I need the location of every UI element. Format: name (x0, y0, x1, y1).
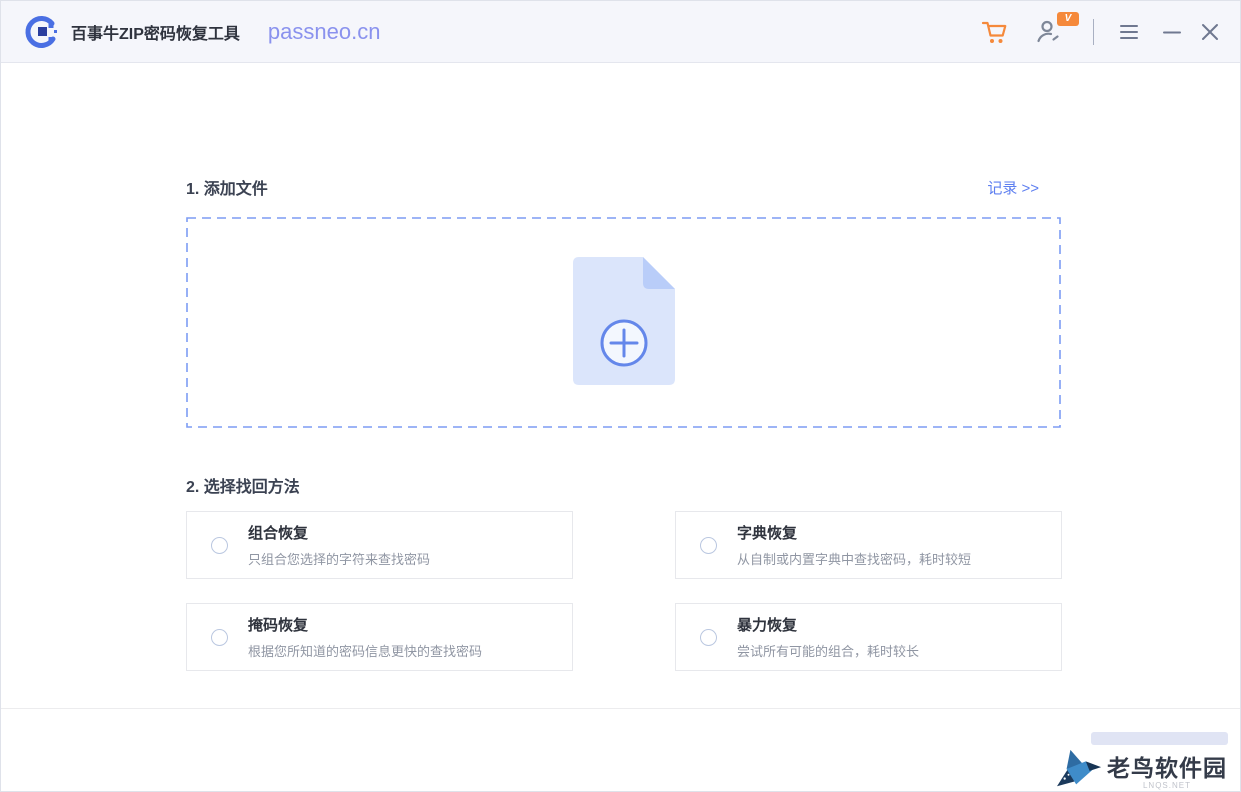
app-window: 百事牛ZIP密码恢复工具 passneo.cn V (0, 0, 1241, 792)
watermark-bar (1091, 732, 1228, 745)
choose-method-heading: 2. 选择找回方法 (186, 473, 300, 497)
file-dropzone[interactable] (186, 217, 1061, 428)
user-account-icon[interactable]: V (1035, 18, 1063, 46)
radio-combination[interactable] (211, 537, 228, 554)
radio-dictionary[interactable] (700, 537, 717, 554)
app-logo-icon (23, 14, 59, 50)
titlebar-actions: V (979, 17, 1240, 47)
method-card-combination[interactable]: 组合恢复 只组合您选择的字符来查找密码 (186, 511, 573, 579)
radio-mask[interactable] (211, 629, 228, 646)
method-desc: 只组合您选择的字符来查找密码 (248, 549, 430, 568)
method-title: 暴力恢复 (737, 615, 919, 636)
footer-divider (1, 708, 1240, 709)
vip-badge: V (1057, 12, 1079, 26)
shopping-cart-icon[interactable] (979, 17, 1009, 47)
method-title: 组合恢复 (248, 523, 430, 544)
website-label[interactable]: passneo.cn (268, 19, 381, 45)
method-card-mask[interactable]: 掩码恢复 根据您所知道的密码信息更快的查找密码 (186, 603, 573, 671)
method-title: 字典恢复 (737, 523, 971, 544)
add-file-heading: 1. 添加文件 (186, 175, 268, 199)
method-card-dictionary[interactable]: 字典恢复 从自制或内置字典中查找密码，耗时较短 (675, 511, 1062, 579)
method-desc: 从自制或内置字典中查找密码，耗时较短 (737, 549, 971, 568)
radio-bruteforce[interactable] (700, 629, 717, 646)
method-card-text: 组合恢复 只组合您选择的字符来查找密码 (248, 523, 430, 568)
watermark-site-name: 老鸟软件园 (1107, 749, 1227, 783)
origami-bird-logo-icon (1057, 747, 1103, 792)
app-title: 百事牛ZIP密码恢复工具 (71, 20, 240, 44)
method-card-text: 暴力恢复 尝试所有可能的组合，耗时较长 (737, 615, 919, 660)
method-desc: 根据您所知道的密码信息更快的查找密码 (248, 641, 482, 660)
history-link[interactable]: 记录 >> (987, 177, 1039, 198)
method-card-text: 掩码恢复 根据您所知道的密码信息更快的查找密码 (248, 615, 482, 660)
method-title: 掩码恢复 (248, 615, 482, 636)
method-card-text: 字典恢复 从自制或内置字典中查找密码，耗时较短 (737, 523, 971, 568)
hamburger-menu-icon[interactable] (1118, 22, 1140, 42)
watermark-site-url: LNQS.NET (1107, 781, 1227, 790)
add-file-plus-icon[interactable] (573, 257, 675, 390)
method-card-bruteforce[interactable]: 暴力恢复 尝试所有可能的组合，耗时较长 (675, 603, 1062, 671)
minimize-icon[interactable] (1162, 22, 1182, 42)
method-desc: 尝试所有可能的组合，耗时较长 (737, 641, 919, 660)
titlebar: 百事牛ZIP密码恢复工具 passneo.cn V (1, 1, 1240, 63)
close-icon[interactable] (1200, 22, 1220, 42)
titlebar-divider (1093, 19, 1094, 45)
